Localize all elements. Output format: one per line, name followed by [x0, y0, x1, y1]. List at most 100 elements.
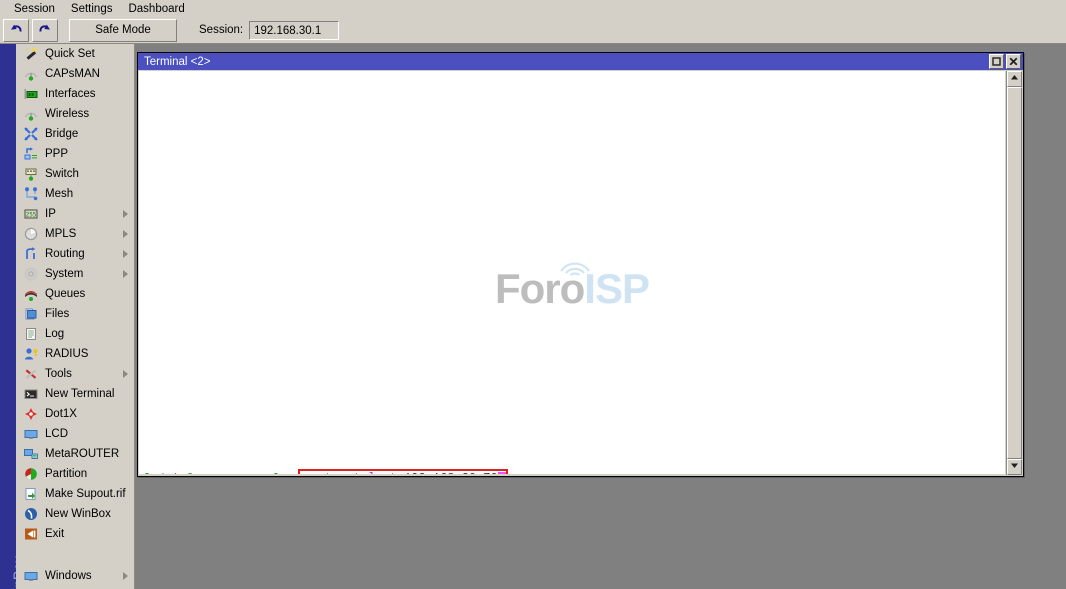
- sidebar-item-tools[interactable]: Tools: [16, 364, 134, 384]
- sidebar-item-exit[interactable]: Exit: [16, 524, 134, 544]
- redo-button[interactable]: [32, 18, 58, 42]
- log-page-icon: [23, 326, 39, 342]
- chevron-right-icon: [123, 270, 128, 278]
- terminal-title: Terminal <2>: [144, 55, 211, 68]
- sidebar-item-ppp[interactable]: PPP: [16, 144, 134, 164]
- chevron-right-icon: [123, 370, 128, 378]
- sidebar-item-wireless[interactable]: Wireless: [16, 104, 134, 124]
- sidebar-item-log[interactable]: Log: [16, 324, 134, 344]
- sidebar-item-radius[interactable]: RADIUS: [16, 344, 134, 364]
- menu-dashboard[interactable]: Dashboard: [120, 1, 192, 17]
- sidebar-item-capsman[interactable]: CAPsMAN: [16, 64, 134, 84]
- redo-arrow-icon: [38, 23, 52, 37]
- sidebar-label: Exit: [45, 528, 65, 540]
- sidebar-item-files[interactable]: Files: [16, 304, 134, 324]
- undo-arrow-icon: [9, 23, 23, 37]
- sidebar-item-quick-set[interactable]: Quick Set: [16, 44, 134, 64]
- sidebar-label: CAPsMAN: [45, 68, 100, 80]
- terminal-window: Terminal <2> ForoISP: [137, 52, 1024, 477]
- prompt-bracket-open: [: [143, 472, 150, 475]
- undo-button[interactable]: [3, 18, 29, 42]
- sidebar-label: Files: [45, 308, 70, 320]
- scroll-down-button[interactable]: [1007, 459, 1022, 475]
- sidebar-item-system[interactable]: System: [16, 264, 134, 284]
- command-argument-ip: 192.168.30.70: [404, 471, 498, 474]
- prompt-hostname: @OLT TP-LINK: [186, 472, 272, 475]
- sidebar-item-routing[interactable]: Routing: [16, 244, 134, 264]
- watermark-text-foro: Foro: [494, 265, 585, 312]
- sidebar-label: Routing: [45, 248, 85, 260]
- partition-pie-icon: [23, 466, 39, 482]
- magic-wand-icon: [23, 46, 39, 62]
- close-icon: [1009, 57, 1018, 66]
- mesh-icon: [23, 186, 39, 202]
- metarouter-icon: [23, 446, 39, 462]
- windows-monitor-icon: [23, 568, 39, 584]
- sidebar-item-interfaces[interactable]: Interfaces: [16, 84, 134, 104]
- sidebar-menu: Quick Set CAPsMAN Interfaces Wireless Br…: [16, 44, 135, 589]
- prompt-username: admin: [150, 472, 186, 475]
- safe-mode-button[interactable]: Safe Mode: [69, 18, 177, 42]
- close-button[interactable]: [1006, 54, 1021, 69]
- chevron-right-icon: [123, 572, 128, 580]
- sidebar-label: Mesh: [45, 188, 74, 200]
- sidebar-label: Bridge: [45, 128, 79, 140]
- sidebar-item-windows[interactable]: Windows: [16, 566, 134, 586]
- menu-settings[interactable]: Settings: [63, 1, 121, 17]
- dot1x-icon: [23, 406, 39, 422]
- terminal-scrollbar[interactable]: [1006, 71, 1022, 475]
- sidebar-label: MPLS: [45, 228, 77, 240]
- sidebar-item-queues[interactable]: Queues: [16, 284, 134, 304]
- files-folder-icon: [23, 306, 39, 322]
- sidebar-item-lcd[interactable]: LCD: [16, 424, 134, 444]
- sidebar-item-make-supout[interactable]: Make Supout.rif: [16, 484, 134, 504]
- session-address-field[interactable]: 192.168.30.1: [249, 20, 340, 40]
- sidebar-item-metarouter[interactable]: MetaROUTER: [16, 444, 134, 464]
- network-card-icon: [23, 86, 39, 102]
- lcd-monitor-icon: [23, 426, 39, 442]
- scroll-up-button[interactable]: [1007, 71, 1022, 87]
- command-word-telnet: telnet: [354, 471, 397, 474]
- new-winbox-icon: [23, 506, 39, 522]
- sidebar-item-switch[interactable]: Switch: [16, 164, 134, 184]
- sidebar-item-dot1x[interactable]: Dot1X: [16, 404, 134, 424]
- menu-session[interactable]: Session: [6, 1, 63, 17]
- terminal-titlebar[interactable]: Terminal <2>: [138, 53, 1023, 70]
- system-gear-icon: [23, 266, 39, 282]
- sidebar-label: IP: [45, 208, 56, 220]
- maximize-button[interactable]: [989, 54, 1004, 69]
- sidebar-label: System: [45, 268, 84, 280]
- sidebar-label: MetaROUTER: [45, 448, 120, 460]
- chevron-right-icon: [123, 250, 128, 258]
- terminal-output-area[interactable]: ForoISP [admin@OLT TP-LINK] > system tel…: [139, 71, 1006, 475]
- session-label: Session:: [199, 24, 244, 36]
- sidebar-item-new-winbox[interactable]: New WinBox: [16, 504, 134, 524]
- sidebar-item-mesh[interactable]: Mesh: [16, 184, 134, 204]
- watermark-text-isp: ISP: [584, 265, 650, 312]
- tools-wrench-icon: [23, 366, 39, 382]
- sidebar-item-partition[interactable]: Partition: [16, 464, 134, 484]
- supout-icon: [23, 486, 39, 502]
- scrollbar-thumb[interactable]: [1007, 87, 1022, 459]
- exit-icon: [23, 526, 39, 542]
- radius-user-icon: [23, 346, 39, 362]
- prompt-bracket-close: ]: [273, 472, 280, 475]
- sidebar-item-mpls[interactable]: MPLS: [16, 224, 134, 244]
- wifi-waves-icon: [560, 262, 590, 276]
- sidebar-label: Partition: [45, 468, 88, 480]
- queues-icon: [23, 286, 39, 302]
- ip-255-icon: 255: [23, 206, 39, 222]
- sidebar-label: Tools: [45, 368, 72, 380]
- sidebar-item-ip[interactable]: 255 IP: [16, 204, 134, 224]
- terminal-command-line[interactable]: [admin@OLT TP-LINK] > system telnet 192.…: [143, 469, 508, 475]
- sidebar-label: Switch: [45, 168, 79, 180]
- bridge-arrows-icon: [23, 126, 39, 142]
- foroisp-watermark: ForoISP: [139, 262, 1005, 312]
- routing-icon: [23, 246, 39, 262]
- sidebar-item-new-terminal[interactable]: New Terminal: [16, 384, 134, 404]
- scrollbar-track[interactable]: [1007, 87, 1022, 459]
- sidebar-item-bridge[interactable]: Bridge: [16, 124, 134, 144]
- scroll-down-arrow-icon: [1010, 461, 1019, 473]
- command-word-system: system: [303, 471, 346, 474]
